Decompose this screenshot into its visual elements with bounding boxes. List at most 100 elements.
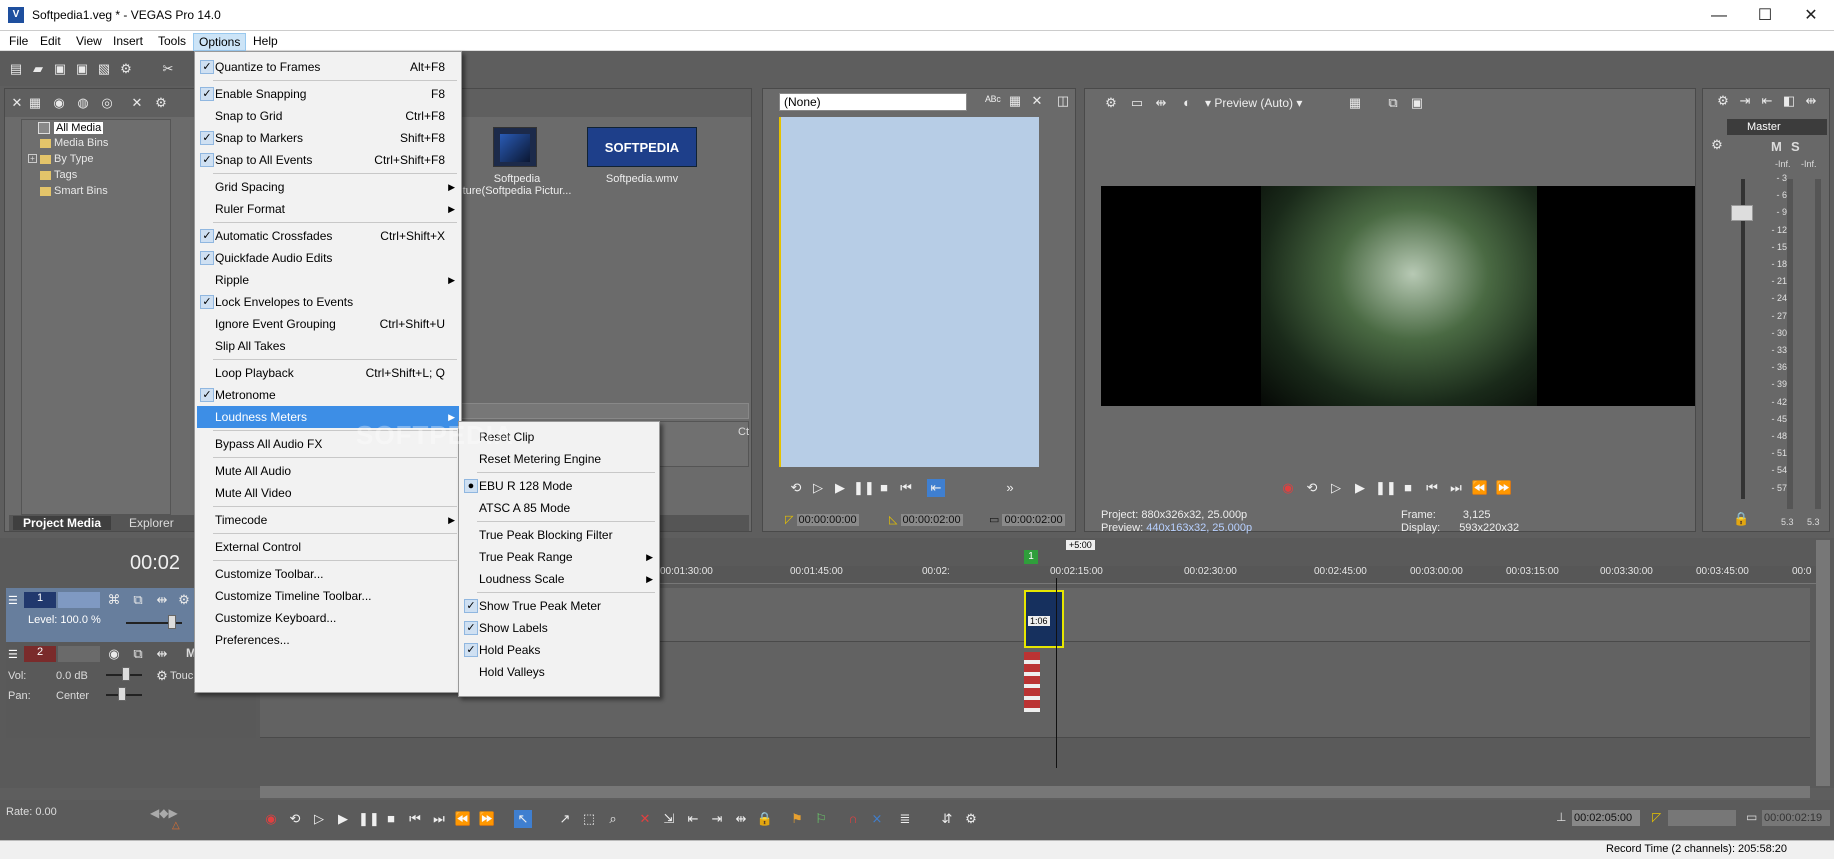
media-properties-icon[interactable]: ⚙ <box>153 95 169 111</box>
tree-tags[interactable]: Tags <box>40 169 77 181</box>
options-item-slip-all-takes[interactable]: Slip All Takes <box>197 335 459 357</box>
timeline-go-start-icon[interactable]: ⏮ <box>406 810 424 828</box>
options-item-automatic-crossfades[interactable]: ✓ Automatic Crossfades Ctrl+Shift+X <box>197 225 459 247</box>
preview-settings-gear-icon[interactable]: ⚙ <box>1103 95 1119 111</box>
maximize-button[interactable]: ☐ <box>1742 0 1788 31</box>
timeline-next-frame-icon[interactable]: ⏩ <box>478 810 496 828</box>
play-from-start-icon[interactable]: ▷ <box>809 479 827 497</box>
options-item-quickfade-audio-edits[interactable]: ✓ Quickfade Audio Edits <box>197 247 459 269</box>
loudness-item-true-peak-blocking-filter[interactable]: True Peak Blocking Filter <box>461 524 657 546</box>
trim-close-icon[interactable]: ✕ <box>1029 93 1045 109</box>
timeline-stop-icon[interactable]: ■ <box>382 810 400 828</box>
trim-window-icon[interactable]: ◫ <box>1055 93 1071 109</box>
arm-record-icon[interactable]: ◉ <box>106 646 122 662</box>
selection-length-field[interactable]: 00:00:02:19 <box>1762 810 1830 826</box>
options-item-grid-spacing[interactable]: Grid Spacing ▶ <box>197 176 459 198</box>
media-thumbnail-softpedia-wmv[interactable]: SOFTPEDIA <box>587 127 697 167</box>
options-item-quantize-to-frames[interactable]: ✓ Quantize to Frames Alt+F8 <box>197 56 459 78</box>
menu-tools[interactable]: Tools <box>153 33 191 49</box>
preview-start-icon[interactable]: ⏮ <box>1423 479 1441 497</box>
new-icon[interactable]: ▤ <box>8 61 24 77</box>
timeline-prev-frame-icon[interactable]: ⏪ <box>454 810 472 828</box>
options-item-mute-all-audio[interactable]: Mute All Audio <box>197 460 459 482</box>
menu-help[interactable]: Help <box>248 33 283 49</box>
envelope-tool-icon[interactable]: ↗ <box>556 810 574 828</box>
timeline-pause-icon[interactable]: ❚❚ <box>358 810 380 828</box>
master-lock-icon[interactable]: 🔒 <box>1733 511 1749 527</box>
trim-in-time[interactable]: ◸ 00:00:00:00 <box>785 513 859 526</box>
trim-length-time[interactable]: ◺ 00:00:02:00 <box>889 513 963 526</box>
minimize-button[interactable]: — <box>1696 0 1742 31</box>
loudness-item-atsc-a-85-mode[interactable]: ATSC A 85 Mode <box>461 497 657 519</box>
pin-icon[interactable]: ✕ <box>9 95 25 111</box>
loudness-item-reset-metering-engine[interactable]: Reset Metering Engine <box>461 448 657 470</box>
video-event[interactable]: 1:06 <box>1024 590 1064 648</box>
loudness-item-reset-clip[interactable]: Reset Clip <box>461 426 657 448</box>
tree-media-bins[interactable]: Media Bins <box>40 137 108 149</box>
timeline-go-end-icon[interactable]: ⏭ <box>430 810 448 828</box>
loudness-item-ebu-r-128-mode[interactable]: ● EBU R 128 Mode <box>461 475 657 497</box>
preview-loop-icon[interactable]: ⟲ <box>1303 479 1321 497</box>
loudness-item-show-true-peak-meter[interactable]: ✓ Show True Peak Meter <box>461 595 657 617</box>
master-solo-button[interactable]: S <box>1791 139 1800 154</box>
options-item-customize-timeline-toolbar[interactable]: Customize Timeline Toolbar... <box>197 585 459 607</box>
preview-pause-icon[interactable]: ❚❚ <box>1375 479 1397 497</box>
master-fader-handle[interactable] <box>1731 205 1753 221</box>
options-item-snap-to-markers[interactable]: ✓ Snap to Markers Shift+F8 <box>197 127 459 149</box>
ignore-grouping-icon[interactable]: ⚙ <box>962 810 980 828</box>
menu-view[interactable]: View <box>71 33 107 49</box>
preview-play-start-icon[interactable]: ▷ <box>1327 479 1345 497</box>
pause-icon[interactable]: ❚❚ <box>853 479 875 497</box>
menu-options[interactable]: Options <box>193 33 247 51</box>
delete-icon[interactable]: ✕ <box>636 810 654 828</box>
web-icon[interactable]: ◎ <box>99 95 115 111</box>
abc-icon[interactable]: ᴬᴮᶜ <box>985 93 1001 109</box>
save-icon[interactable]: ▣ <box>52 61 68 77</box>
options-item-snap-to-all-events[interactable]: ✓ Snap to All Events Ctrl+Shift+F8 <box>197 149 459 171</box>
remove-icon[interactable]: ✕ <box>129 95 145 111</box>
options-item-loudness-meters[interactable]: Loudness Meters ▶ <box>197 406 459 428</box>
record-icon[interactable]: ◉ <box>1279 479 1297 497</box>
timeline-vertical-scrollbar[interactable] <box>1816 540 1830 786</box>
menu-insert[interactable]: Insert <box>108 33 148 49</box>
preview-stop-icon[interactable]: ■ <box>1399 479 1417 497</box>
vol-slider-handle[interactable] <box>122 667 130 681</box>
audio-insert-icon[interactable]: ⇹ <box>154 646 170 662</box>
import-media-icon[interactable]: ▦ <box>27 95 43 111</box>
render-icon[interactable]: ▧ <box>96 61 112 77</box>
lock-envelopes-icon[interactable]: ⇵ <box>938 810 956 828</box>
trim-out-time[interactable]: ▭ 00:00:02:00 <box>989 513 1065 526</box>
close-button[interactable]: ✕ <box>1788 0 1834 31</box>
timeline-loop-icon[interactable]: ⟲ <box>286 810 304 828</box>
selection-tool-icon[interactable]: ⬚ <box>580 810 598 828</box>
options-item-snap-to-grid[interactable]: Snap to Grid Ctrl+F8 <box>197 105 459 127</box>
tab-explorer[interactable]: Explorer <box>129 516 174 530</box>
master-fx-chain-icon[interactable]: ⚙ <box>1709 137 1725 153</box>
normal-edit-tool-icon[interactable]: ↖ <box>514 810 532 828</box>
preview-quality-dropdown[interactable]: ▾ Preview (Auto) ▾ <box>1205 96 1302 110</box>
split-screen-icon[interactable]: ⇹ <box>1153 95 1169 111</box>
auto-crossfade-icon[interactable]: ⨯ <box>868 810 886 828</box>
capture-icon[interactable]: ◉ <box>51 95 67 111</box>
menu-file[interactable]: File <box>4 33 33 49</box>
ripple-edit-icon[interactable]: ≣ <box>896 810 914 828</box>
expand-icon[interactable]: + <box>28 154 37 163</box>
region-icon[interactable]: ⚐ <box>812 810 830 828</box>
level-slider-handle[interactable] <box>168 615 176 629</box>
media-thumbnail-image[interactable] <box>493 127 537 167</box>
timeline-horizontal-scrollbar[interactable] <box>260 786 1810 798</box>
trim-more-icon[interactable]: » <box>1001 479 1019 497</box>
track-fx-icon[interactable]: ⧉ <box>130 592 146 608</box>
master-route-icon[interactable]: ⇤ <box>1759 93 1775 109</box>
options-item-enable-snapping[interactable]: ✓ Enable Snapping F8 <box>197 83 459 105</box>
properties-gear-icon[interactable]: ⚙ <box>118 61 134 77</box>
cursor-position-field[interactable]: 00:02:05:00 <box>1572 810 1640 826</box>
options-item-ignore-event-grouping[interactable]: Ignore Event Grouping Ctrl+Shift+U <box>197 313 459 335</box>
options-item-loop-playback[interactable]: Loop Playback Ctrl+Shift+L; Q <box>197 362 459 384</box>
play-icon[interactable]: ▶ <box>831 479 849 497</box>
automation-mode[interactable]: Touc <box>170 670 193 682</box>
copy-snapshot-icon[interactable]: ⧉ <box>1385 95 1401 111</box>
preview-next-frame-icon[interactable]: ⏩ <box>1495 479 1513 497</box>
options-item-ruler-format[interactable]: Ruler Format ▶ <box>197 198 459 220</box>
audio-fx-icon[interactable]: ⧉ <box>130 646 146 662</box>
